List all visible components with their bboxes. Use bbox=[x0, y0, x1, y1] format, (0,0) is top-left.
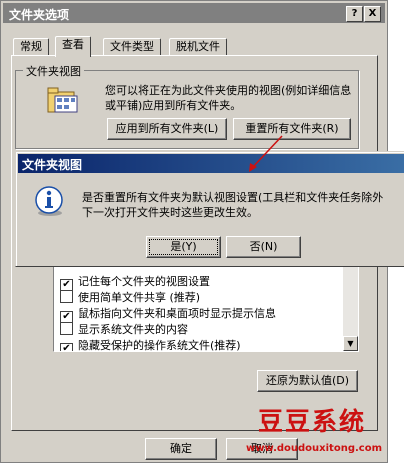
advanced-settings-list: ✔ 记住每个文件夹的视图设置 使用简单文件共享 (推荐) ✔ 鼠标指向文件夹和桌面项… bbox=[53, 264, 359, 352]
reset-confirm-dialog: 文件夹视图 是否重置所有文件夹为默认视图设置(工具栏和文件夹任务除外 下一次打开… bbox=[15, 151, 404, 267]
folder-views-group-label: 文件夹视图 bbox=[23, 63, 84, 79]
reset-all-folders-button[interactable]: 重置所有文件夹(R) bbox=[233, 118, 351, 140]
folder-views-description: 您可以将正在为此文件夹使用的视图(例如详细信息或平铺)应用到所有文件夹。 bbox=[105, 84, 352, 112]
confirm-message-line1: 是否重置所有文件夹为默认视图设置(工具栏和文件夹任务除外 bbox=[82, 191, 384, 204]
restore-defaults-button[interactable]: 还原为默认值(D) bbox=[257, 370, 358, 392]
watermark-logo: 豆豆系统 bbox=[258, 407, 367, 436]
list-item-label: 隐藏受保护的操作系统文件(推荐) bbox=[78, 339, 241, 352]
watermark-url: www.doudouxitong.com bbox=[246, 443, 382, 454]
help-button[interactable]: ? bbox=[346, 6, 363, 22]
scroll-down-icon[interactable]: ▼ bbox=[343, 336, 358, 351]
checkbox-show-system-folder[interactable] bbox=[60, 322, 73, 335]
ok-button[interactable]: 确定 bbox=[145, 438, 217, 460]
tab-offline-files[interactable]: 脱机文件 bbox=[169, 38, 227, 56]
list-item-label: 使用简单文件共享 (推荐) bbox=[78, 291, 201, 304]
list-item-label: 记住每个文件夹的视图设置 bbox=[78, 275, 210, 288]
list-item-label: 鼠标指向文件夹和桌面项时显示提示信息 bbox=[78, 307, 276, 320]
tab-general[interactable]: 常规 bbox=[13, 38, 49, 56]
title-bar: 文件夹选项 ? X bbox=[3, 3, 385, 23]
list-item[interactable]: ✔ 隐藏受保护的操作系统文件(推荐) bbox=[60, 338, 241, 352]
close-button[interactable]: X bbox=[364, 6, 381, 22]
confirm-title-bar: 文件夹视图 bbox=[18, 154, 404, 173]
confirm-message: 是否重置所有文件夹为默认视图设置(工具栏和文件夹任务除外 下一次打开文件夹时这些… bbox=[82, 190, 404, 220]
info-icon bbox=[35, 186, 63, 216]
tab-view[interactable]: 查看 bbox=[55, 36, 91, 57]
folder-views-icon bbox=[47, 87, 78, 113]
checkbox-simple-sharing[interactable] bbox=[60, 290, 73, 303]
checkbox-hide-protected-files[interactable]: ✔ bbox=[60, 343, 73, 351]
apply-to-all-folders-button[interactable]: 应用到所有文件夹(L) bbox=[107, 118, 227, 140]
tab-file-types[interactable]: 文件类型 bbox=[103, 38, 161, 56]
list-scrollbar[interactable]: ▼ bbox=[343, 265, 358, 351]
window-title: 文件夹选项 bbox=[9, 8, 70, 22]
confirm-title: 文件夹视图 bbox=[22, 158, 83, 172]
no-button[interactable]: 否(N) bbox=[226, 236, 301, 258]
list-item[interactable]: 使用简单文件共享 (推荐) bbox=[60, 290, 200, 306]
list-item-label: 显示系统文件夹的内容 bbox=[78, 323, 188, 336]
list-item[interactable]: ✔ 记住每个文件夹的视图设置 bbox=[60, 274, 210, 292]
list-item[interactable]: ✔ 鼠标指向文件夹和桌面项时显示提示信息 bbox=[60, 306, 276, 324]
yes-button[interactable]: 是(Y) bbox=[146, 236, 221, 258]
list-item[interactable]: 显示系统文件夹的内容 bbox=[60, 322, 188, 338]
confirm-message-line2: 下一次打开文件夹时这些更改生效。 bbox=[82, 206, 258, 219]
